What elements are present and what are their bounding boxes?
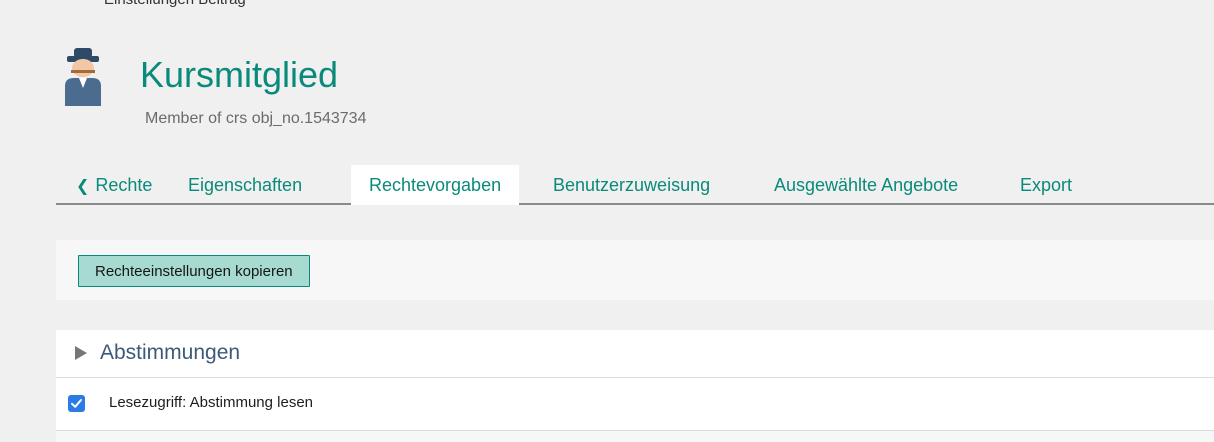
copy-permissions-button[interactable]: Rechteeinstellungen kopieren xyxy=(78,255,310,287)
user-role-icon xyxy=(65,48,101,106)
toolbar: Rechteeinstellungen kopieren xyxy=(56,240,1214,300)
page-title: Kursmitglied xyxy=(140,54,339,95)
permissions-panel: Abstimmungen Lesezugriff: Abstimmung les… xyxy=(56,330,1214,442)
checkmark-icon xyxy=(71,399,82,408)
tab-label: Rechte xyxy=(95,175,153,195)
chevron-left-icon: ❮ xyxy=(76,178,90,195)
panel-footer-strip xyxy=(56,431,1214,442)
permission-checkbox[interactable] xyxy=(68,395,85,412)
expand-triangle-icon xyxy=(75,346,87,360)
permission-label: Lesezugriff: Abstimmung lesen xyxy=(109,394,314,411)
section-header-abstimmungen[interactable]: Abstimmungen xyxy=(56,330,1214,378)
tab-export[interactable]: Export xyxy=(1020,165,1072,203)
tab-bar: ❮ Rechte Eigenschaften Rechtevorgaben Ben… xyxy=(56,165,1214,205)
section-title: Abstimmungen xyxy=(100,341,241,364)
tab-eigenschaften[interactable]: Eigenschaften xyxy=(188,165,302,203)
tab-rechtevorgaben[interactable]: Rechtevorgaben xyxy=(351,165,520,205)
tab-ausgewaehlte-angebote[interactable]: Ausgewählte Angebote xyxy=(774,165,958,203)
tab-benutzerzuweisung[interactable]: Benutzerzuweisung xyxy=(553,165,710,203)
page-subtitle: Member of crs obj_no.1543734 xyxy=(145,110,367,127)
permission-row: Lesezugriff: Abstimmung lesen xyxy=(56,378,1214,431)
tab-back-rechte[interactable]: ❮ Rechte xyxy=(76,165,152,203)
